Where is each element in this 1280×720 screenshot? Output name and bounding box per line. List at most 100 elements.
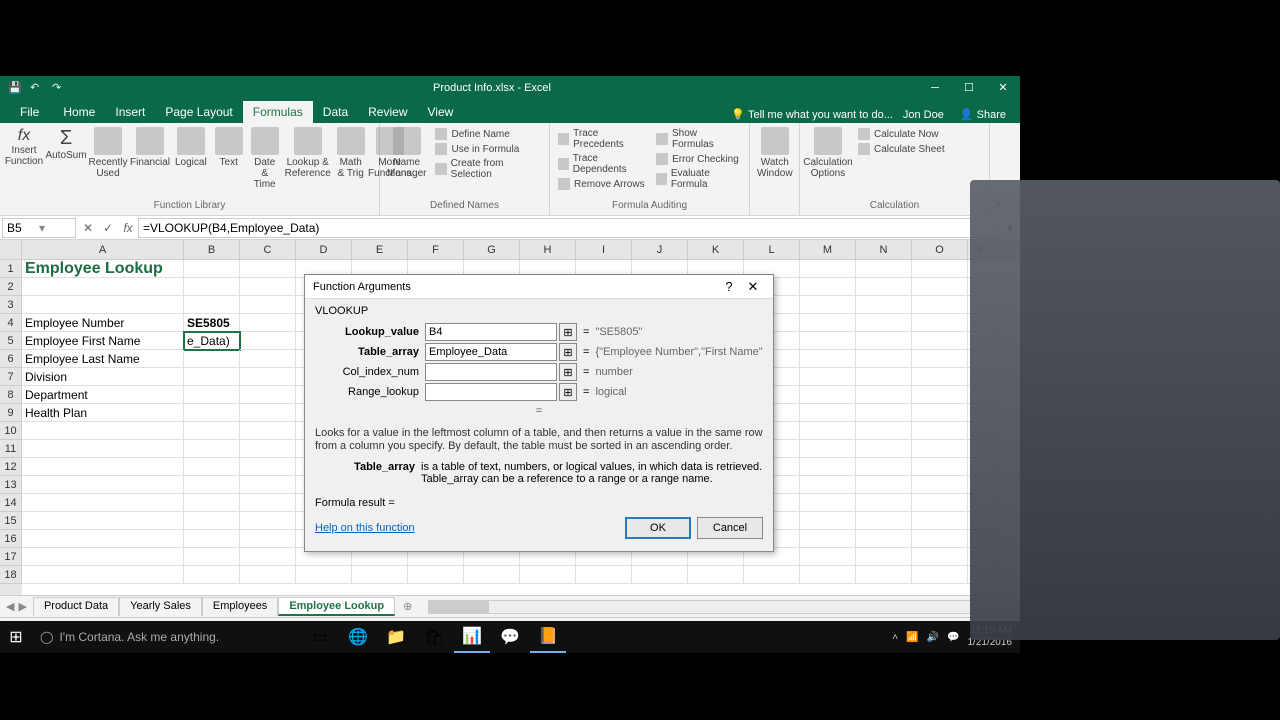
cell[interactable] [800, 512, 856, 530]
financial-button[interactable]: Financial [130, 125, 170, 170]
cell[interactable] [912, 260, 968, 278]
cell[interactable] [912, 278, 968, 296]
tab-data[interactable]: Data [313, 101, 358, 123]
trace-dependents-button[interactable]: Trace Dependents [556, 152, 648, 176]
cell[interactable] [184, 548, 240, 566]
cell[interactable] [240, 332, 296, 350]
cell[interactable] [800, 314, 856, 332]
cell[interactable] [240, 260, 296, 278]
remove-arrows-button[interactable]: Remove Arrows [556, 177, 648, 191]
cell[interactable] [856, 512, 912, 530]
column-header[interactable]: A [22, 240, 184, 259]
trace-precedents-button[interactable]: Trace Precedents [556, 127, 648, 151]
cell[interactable] [800, 260, 856, 278]
cell[interactable] [912, 368, 968, 386]
cell[interactable] [800, 440, 856, 458]
undo-icon[interactable]: ↶ [30, 81, 44, 95]
cell[interactable] [800, 530, 856, 548]
cell[interactable] [464, 566, 520, 584]
cell[interactable] [184, 440, 240, 458]
redo-icon[interactable]: ↷ [52, 81, 66, 95]
cell[interactable] [912, 404, 968, 422]
tab-review[interactable]: Review [358, 101, 417, 123]
cell[interactable] [912, 296, 968, 314]
column-header[interactable]: J [632, 240, 688, 259]
define-name-button[interactable]: Define Name [433, 127, 543, 141]
column-header[interactable]: D [296, 240, 352, 259]
cell[interactable] [800, 296, 856, 314]
cell[interactable] [856, 278, 912, 296]
tab-view[interactable]: View [418, 101, 464, 123]
column-header[interactable]: H [520, 240, 576, 259]
insert-function-button[interactable]: fxInsert Function [4, 125, 44, 169]
tab-formulas[interactable]: Formulas [243, 101, 313, 123]
add-sheet-button[interactable]: ⊕ [395, 600, 420, 613]
row-header[interactable]: 17 [0, 548, 22, 566]
volume-icon[interactable]: 🔊 [927, 632, 939, 643]
cell[interactable] [800, 404, 856, 422]
cell[interactable] [240, 368, 296, 386]
cell[interactable] [22, 548, 184, 566]
cell[interactable] [800, 494, 856, 512]
cell[interactable] [240, 386, 296, 404]
cell[interactable] [240, 530, 296, 548]
cell[interactable] [576, 566, 632, 584]
dialog-close-button[interactable]: ✕ [741, 279, 765, 295]
row-header[interactable]: 9 [0, 404, 22, 422]
ok-button[interactable]: OK [625, 517, 691, 539]
cell[interactable] [22, 566, 184, 584]
powerpoint-icon[interactable]: 📙 [530, 621, 566, 653]
cell[interactable] [800, 566, 856, 584]
row-header[interactable]: 14 [0, 494, 22, 512]
sheet-nav-last-icon[interactable]: ▶ [18, 600, 26, 613]
horizontal-scrollbar[interactable] [428, 600, 1012, 614]
cell[interactable] [240, 422, 296, 440]
name-box[interactable]: B5▾ [2, 218, 76, 238]
cell[interactable] [22, 512, 184, 530]
range-selector-button[interactable]: ⊞ [559, 343, 577, 361]
cell[interactable] [800, 476, 856, 494]
cell[interactable] [744, 566, 800, 584]
cell[interactable] [800, 548, 856, 566]
row-header[interactable]: 16 [0, 530, 22, 548]
file-tab[interactable]: File [8, 101, 51, 123]
share-button[interactable]: 👤 Share [954, 106, 1012, 123]
calculate-sheet-button[interactable]: Calculate Sheet [856, 142, 947, 156]
enter-formula-button[interactable]: ✓ [98, 221, 118, 235]
arg-input-table_array[interactable] [425, 343, 557, 361]
cell[interactable] [22, 296, 184, 314]
network-icon[interactable]: 📶 [906, 632, 918, 643]
cell[interactable] [688, 566, 744, 584]
cell[interactable] [856, 314, 912, 332]
cell[interactable]: Employee First Name [22, 332, 184, 350]
row-header[interactable]: 4 [0, 314, 22, 332]
cell[interactable] [912, 566, 968, 584]
cell[interactable] [912, 332, 968, 350]
cell[interactable]: Health Plan [22, 404, 184, 422]
cell[interactable] [240, 548, 296, 566]
cell[interactable] [240, 314, 296, 332]
fx-button[interactable]: fx [118, 221, 138, 235]
cell[interactable] [800, 332, 856, 350]
cell[interactable] [240, 458, 296, 476]
range-selector-button[interactable]: ⊞ [559, 363, 577, 381]
cell[interactable] [912, 494, 968, 512]
edge-icon[interactable]: 🌐 [340, 621, 376, 653]
range-selector-button[interactable]: ⊞ [559, 383, 577, 401]
cell[interactable] [912, 440, 968, 458]
calculation-options-button[interactable]: Calculation Options [804, 125, 852, 181]
tray-chevron-icon[interactable]: ˄ [892, 632, 898, 643]
cell[interactable] [240, 440, 296, 458]
cell[interactable] [22, 422, 184, 440]
column-header[interactable]: N [856, 240, 912, 259]
cell[interactable] [22, 530, 184, 548]
cell[interactable] [22, 278, 184, 296]
cell[interactable] [912, 548, 968, 566]
file-explorer-icon[interactable]: 📁 [378, 621, 414, 653]
cell[interactable] [240, 494, 296, 512]
column-header[interactable]: I [576, 240, 632, 259]
cell[interactable] [800, 368, 856, 386]
arg-input-range_lookup[interactable] [425, 383, 557, 401]
cell[interactable] [240, 404, 296, 422]
row-header[interactable]: 18 [0, 566, 22, 584]
